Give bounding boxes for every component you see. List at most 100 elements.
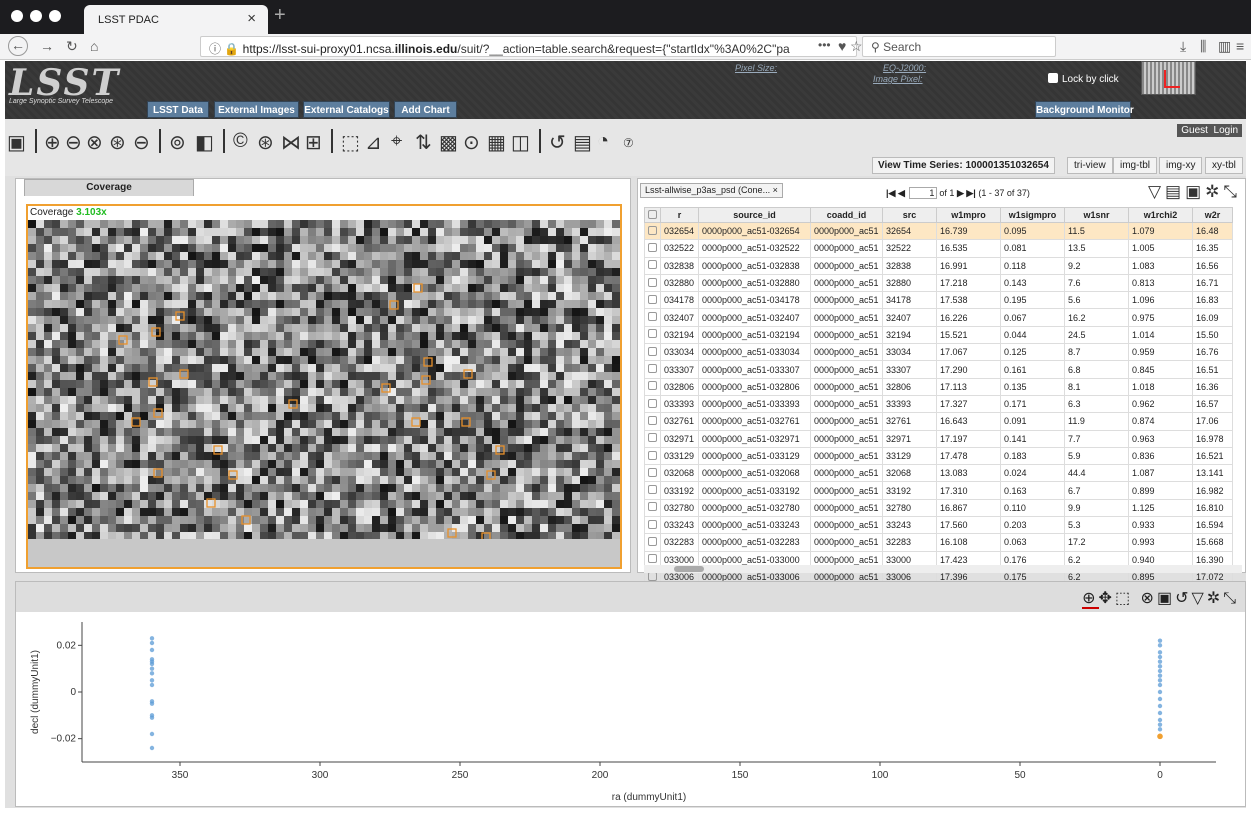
north-up-icon[interactable]: ⊛: [257, 130, 274, 155]
external-catalogs-button[interactable]: External Catalogs: [303, 101, 390, 118]
table-row[interactable]: 032068 0000p000_ac51-032068 0000p000_ac51 3…: [644, 464, 1233, 483]
table-row[interactable]: 032654 0000p000_ac51-032654 0000p000_ac51 3…: [644, 221, 1233, 241]
row-checkbox[interactable]: [644, 273, 661, 293]
coverage-image-frame[interactable]: Coverage 3.103x: [26, 204, 622, 569]
column-header-w2r[interactable]: w2r: [1192, 207, 1233, 223]
tab-coverage[interactable]: Coverage: [24, 179, 194, 196]
library-icon[interactable]: ⫼: [1200, 38, 1206, 55]
zoom-in-icon[interactable]: ⊕: [44, 130, 61, 155]
tab-catalog-table[interactable]: Lsst-allwise_p3as_psd (Cone... ×: [640, 183, 783, 198]
reload-icon[interactable]: ↻: [66, 38, 78, 55]
table-row[interactable]: 033243 0000p000_ac51-033243 0000p000_ac51 3…: [644, 516, 1233, 535]
data-point[interactable]: [149, 745, 155, 751]
more-icon[interactable]: •••: [818, 38, 831, 52]
flip-icon[interactable]: ⋈: [281, 130, 301, 155]
data-point[interactable]: [1157, 703, 1163, 709]
zoom-fill-icon[interactable]: ⊖: [133, 130, 150, 155]
url-bar[interactable]: ⓘ 🔒 https://lsst-sui-proxy01.ncsa.illino…: [200, 36, 857, 57]
row-checkbox[interactable]: [644, 464, 661, 483]
coverage-image[interactable]: [28, 220, 620, 539]
column-header-source_id[interactable]: source_id: [698, 207, 811, 223]
row-checkbox[interactable]: [644, 446, 661, 466]
login-link[interactable]: Login: [1214, 125, 1238, 136]
column-header-w1mpro[interactable]: w1mpro: [936, 207, 1001, 223]
last-page-icon[interactable]: ▶|: [966, 188, 975, 198]
help-icon[interactable]: ⑦: [623, 136, 634, 150]
data-point[interactable]: [1157, 659, 1163, 664]
mask-icon[interactable]: ⊙: [463, 130, 480, 155]
browser-search-input[interactable]: ⚲ Search: [862, 36, 1056, 57]
column-header-w1rchi2[interactable]: w1rchi2: [1128, 207, 1193, 223]
image-select-icon[interactable]: ▦: [487, 130, 506, 155]
forward-icon[interactable]: →: [40, 38, 54, 54]
row-checkbox[interactable]: [644, 325, 661, 345]
prev-page-icon[interactable]: ◀: [898, 188, 905, 198]
table-row[interactable]: 032838 0000p000_ac51-032838 0000p000_ac51 3…: [644, 256, 1233, 275]
table-row[interactable]: 033034 0000p000_ac51-033034 0000p000_ac51 3…: [644, 343, 1233, 362]
data-point[interactable]: [1157, 650, 1163, 655]
pocket-icon[interactable]: ♥: [838, 38, 846, 54]
external-images-button[interactable]: External Images: [214, 101, 299, 118]
data-point[interactable]: [149, 731, 155, 737]
table-row[interactable]: 032971 0000p000_ac51-032971 0000p000_ac51 3…: [644, 429, 1233, 448]
settings-icon[interactable]: ✲: [1205, 182, 1223, 201]
download-icon[interactable]: ⤓: [1180, 38, 1186, 55]
data-point[interactable]: [1157, 722, 1163, 727]
select-area-icon[interactable]: ⬚: [341, 130, 360, 155]
zoom-fit-icon[interactable]: ⊛: [109, 130, 126, 155]
column-header-src[interactable]: src: [882, 207, 937, 223]
maximize-window-button[interactable]: [49, 10, 61, 22]
lock-image-icon[interactable]: ◔: [597, 130, 609, 153]
data-point[interactable]: [1157, 678, 1163, 683]
overlays-icon[interactable]: ◫: [511, 130, 530, 155]
select-icon[interactable]: ⬚: [1115, 590, 1133, 607]
table-row[interactable]: 033393 0000p000_ac51-033393 0000p000_ac51 3…: [644, 394, 1233, 414]
row-checkbox[interactable]: [644, 291, 661, 310]
close-tab-icon[interactable]: ×: [247, 10, 256, 27]
next-page-icon[interactable]: ▶: [957, 188, 964, 198]
home-icon[interactable]: ⌂: [90, 38, 98, 54]
close-window-button[interactable]: [11, 10, 23, 22]
row-checkbox[interactable]: [644, 429, 661, 448]
table-row[interactable]: 033129 0000p000_ac51-033129 0000p000_ac51 3…: [644, 446, 1233, 466]
data-point[interactable]: [149, 640, 155, 646]
table-row[interactable]: 032283 0000p000_ac51-032283 0000p000_ac51 3…: [644, 533, 1233, 552]
img-tbl-button[interactable]: img-tbl: [1113, 157, 1158, 174]
first-page-icon[interactable]: |◀: [886, 188, 895, 198]
orientation-icon[interactable]: ⇅: [415, 130, 432, 155]
header-info-icon[interactable]: ▤: [573, 130, 592, 155]
data-point[interactable]: [149, 647, 155, 653]
distance-tool-icon[interactable]: ⊿: [365, 130, 382, 155]
data-point[interactable]: [1157, 696, 1163, 702]
table-row[interactable]: 032880 0000p000_ac51-032880 0000p000_ac51 3…: [644, 273, 1233, 293]
data-point[interactable]: [149, 666, 155, 671]
table-row[interactable]: 033192 0000p000_ac51-033192 0000p000_ac51 3…: [644, 481, 1233, 500]
zoom-out-icon[interactable]: ⊖: [65, 130, 82, 155]
page-input[interactable]: 1: [909, 187, 938, 199]
select-all-checkbox[interactable]: [644, 207, 661, 223]
column-header-r[interactable]: r: [660, 207, 699, 223]
row-checkbox[interactable]: [644, 533, 661, 552]
back-icon[interactable]: ←: [8, 36, 28, 56]
data-point[interactable]: [149, 636, 155, 641]
data-point[interactable]: [1157, 673, 1163, 678]
data-point[interactable]: [1157, 654, 1163, 660]
data-point[interactable]: [1157, 638, 1163, 643]
data-point[interactable]: [1157, 717, 1163, 723]
lock-checkbox[interactable]: [1048, 73, 1058, 83]
row-checkbox[interactable]: [644, 481, 661, 500]
data-point[interactable]: [149, 682, 155, 688]
rotate-icon[interactable]: ©: [233, 130, 248, 153]
data-point[interactable]: [149, 701, 155, 706]
data-point[interactable]: [1157, 668, 1163, 674]
layers-icon[interactable]: ◧: [195, 130, 214, 155]
new-tab-icon[interactable]: +: [274, 4, 286, 27]
filter-icon[interactable]: ▽: [1191, 590, 1206, 607]
plot-settings-icon[interactable]: ✲: [1207, 590, 1223, 607]
tri-view-button[interactable]: tri-view: [1067, 157, 1113, 174]
row-checkbox[interactable]: [644, 412, 661, 431]
save-table-icon[interactable]: ▣: [1185, 182, 1205, 201]
zoom-icon[interactable]: ⊕: [1082, 590, 1099, 609]
scatter-chart[interactable]: 350 300 250 200 150 100 50 0 0.02 0 −0.02 ra (dummy…: [16, 612, 1245, 806]
zoom-1x-icon[interactable]: ⊗: [86, 130, 103, 155]
